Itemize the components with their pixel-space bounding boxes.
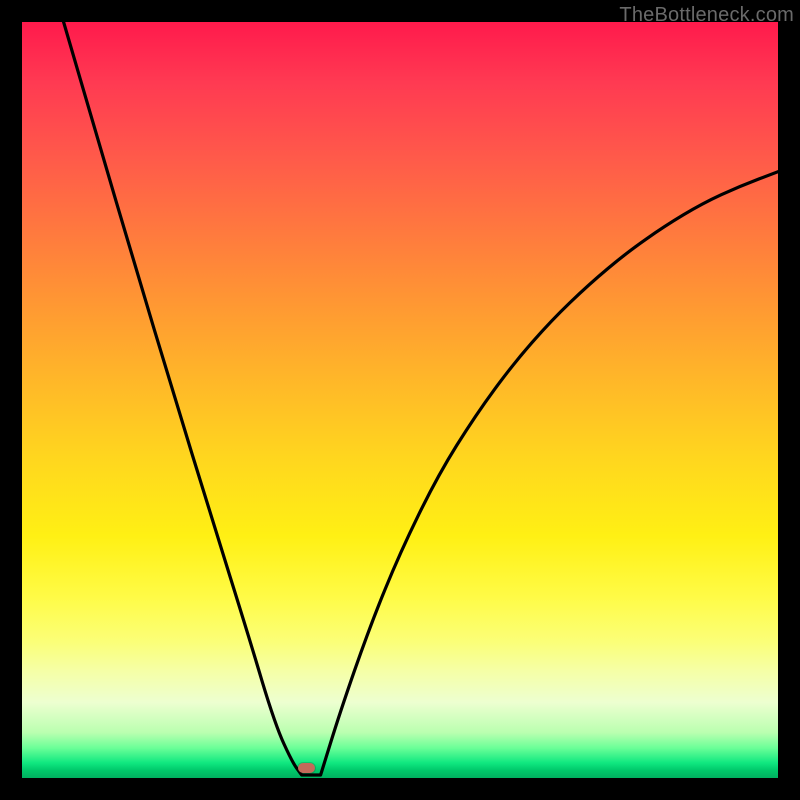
chart-frame: TheBottleneck.com	[0, 0, 800, 800]
chart-plot-area	[22, 22, 778, 778]
optimum-marker	[298, 763, 315, 773]
watermark-text: TheBottleneck.com	[619, 4, 794, 27]
bottleneck-curve	[22, 22, 778, 778]
